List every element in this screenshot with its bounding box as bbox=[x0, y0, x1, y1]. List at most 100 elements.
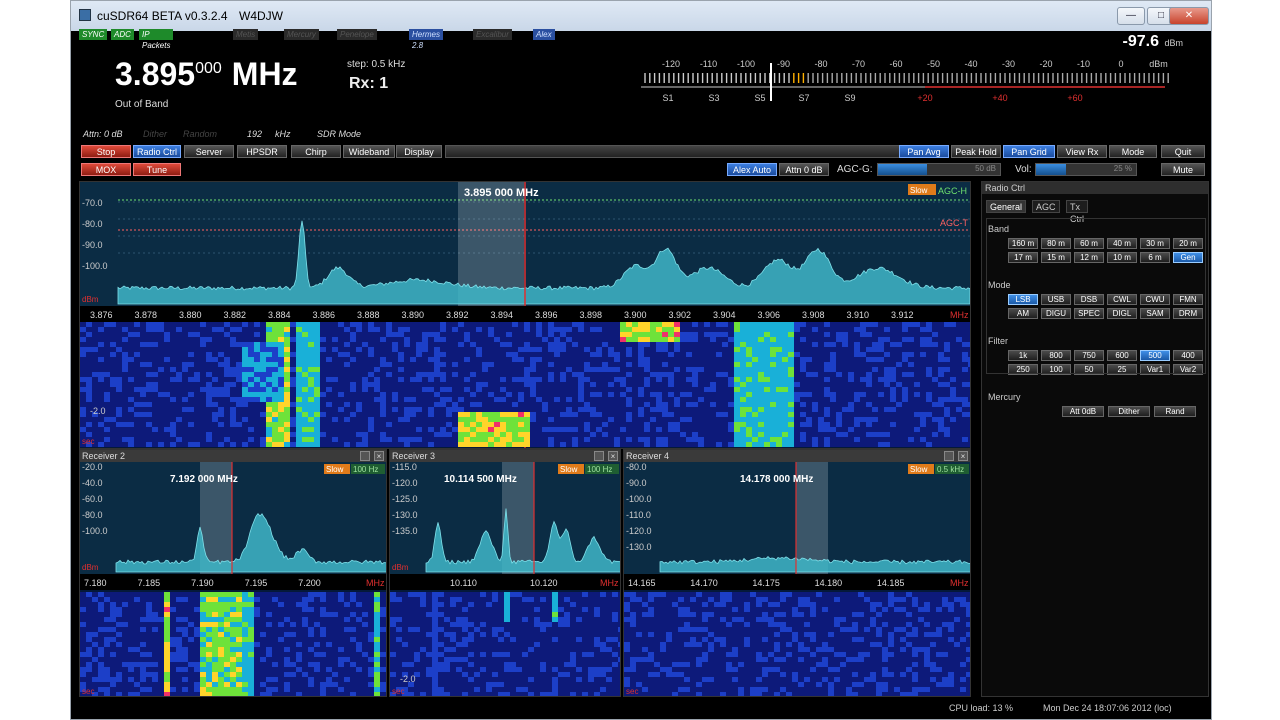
receiver-slow-label: Slow bbox=[910, 465, 928, 474]
status-flag-ip-packets: IP Packets bbox=[139, 29, 174, 50]
receiver-detach-icon[interactable] bbox=[360, 451, 370, 461]
agc-g-value: 50 dB bbox=[975, 164, 996, 173]
status-flag-metis: Metis bbox=[233, 29, 259, 40]
toolbar-quit-button[interactable]: Quit bbox=[1161, 145, 1205, 158]
signal-meter-unit: dBm bbox=[1164, 38, 1183, 48]
toolbar-display-button[interactable]: Display bbox=[396, 145, 442, 158]
toolbar-pan-avg-button[interactable]: Pan Avg bbox=[899, 145, 949, 158]
receiver-db-label: -135.0 bbox=[392, 526, 418, 536]
receiver-db-label: -115.0 bbox=[392, 462, 417, 472]
vol-label: Vol: bbox=[1015, 164, 1032, 175]
mercury-section-label: Mercury bbox=[988, 392, 1021, 402]
status-flag-penelope: Penelope bbox=[337, 29, 377, 40]
mercury-button-dither[interactable]: Dither bbox=[1108, 406, 1150, 417]
s-scale-label: +60 bbox=[1067, 93, 1082, 103]
mute-button[interactable]: Mute bbox=[1161, 163, 1205, 176]
sdr-mode: SDR Mode bbox=[317, 129, 362, 139]
receiver-db-label: -80.0 bbox=[626, 462, 647, 472]
slow-badge-label: Slow bbox=[910, 186, 928, 195]
meter-scale-label: 0 bbox=[1118, 59, 1123, 69]
receiver-bw-label: 0.5 kHz bbox=[937, 465, 964, 474]
step-label: step: 0.5 kHz bbox=[347, 59, 406, 70]
tab-agc[interactable]: AGC bbox=[1032, 200, 1060, 213]
sample-unit: kHz bbox=[275, 129, 291, 139]
receiver-tick-label: 7.190 bbox=[191, 578, 214, 588]
freq-tick-label: 3.902 bbox=[669, 310, 692, 320]
agc-t-label: AGC-T bbox=[940, 218, 969, 228]
receiver-db-label: -130.0 bbox=[392, 510, 418, 520]
s-scale-label: S1 bbox=[662, 93, 673, 103]
db-label: -70.0 bbox=[82, 198, 103, 208]
meter-scale-label: -40 bbox=[964, 59, 977, 69]
receiver-mhz-label: MHz bbox=[366, 578, 385, 588]
receiver-axis-bar bbox=[390, 574, 620, 590]
toolbar-hpsdr-button[interactable]: HPSDR bbox=[237, 145, 287, 158]
tab-tx-ctrl[interactable]: Tx Ctrl bbox=[1066, 200, 1088, 224]
freq-tick-label: 3.876 bbox=[90, 310, 113, 320]
toolbar-view-rx-button[interactable]: View Rx bbox=[1057, 145, 1107, 158]
receiver-panel-4[interactable]: Receiver 4 × -80.0 -90.0 -100.0 -110.0 -120.0-… bbox=[623, 449, 971, 697]
receiver-axis-bar bbox=[80, 574, 386, 590]
attn-button[interactable]: Attn 0 dB bbox=[779, 163, 829, 176]
meter-scale-label: -80 bbox=[814, 59, 827, 69]
receiver-bw-label: 100 Hz bbox=[353, 465, 378, 474]
receiver-panel-3[interactable]: Receiver 3 × -115.0 -120.0 -125.0 -130.0 -135.… bbox=[389, 449, 621, 697]
freq-tick-label: 3.910 bbox=[847, 310, 870, 320]
main-waterfall bbox=[80, 322, 970, 447]
freq-tick-label: 3.912 bbox=[891, 310, 914, 320]
signal-meter-value: -97.6 bbox=[1122, 33, 1159, 50]
receiver-tick-label: 10.110 bbox=[450, 578, 477, 588]
rx-indicator: Rx: 1 bbox=[349, 75, 389, 92]
receiver-db-label: -80.0 bbox=[82, 510, 103, 520]
alex-auto-button[interactable]: Alex Auto bbox=[727, 163, 777, 176]
toolbar-spacer bbox=[445, 145, 901, 158]
tab-general[interactable]: General bbox=[986, 200, 1027, 213]
minimize-button[interactable]: — bbox=[1117, 7, 1145, 25]
mercury-button-att-0db[interactable]: Att 0dB bbox=[1062, 406, 1104, 417]
receiver-detach-icon[interactable] bbox=[944, 451, 954, 461]
freq-sub: 000 bbox=[195, 60, 222, 77]
meter-scale-label: -70 bbox=[852, 59, 865, 69]
volume-slider[interactable]: 25 % bbox=[1035, 163, 1137, 176]
toolbar-stop-button[interactable]: Stop bbox=[81, 145, 131, 158]
freq-tick-label: 3.884 bbox=[268, 310, 291, 320]
receiver-frequency: 10.114 500 MHz bbox=[444, 474, 517, 485]
receiver-detach-icon[interactable] bbox=[594, 451, 604, 461]
receiver-frequency: 14.178 000 MHz bbox=[740, 474, 813, 485]
mox-button[interactable]: MOX bbox=[81, 163, 131, 176]
sec-label: sec bbox=[82, 437, 94, 446]
toolbar-server-button[interactable]: Server bbox=[184, 145, 234, 158]
receiver-dbm-label: dBm bbox=[82, 563, 99, 572]
main-panadapter[interactable]: -70.0 -80.0 -90.0 -100.0 dBm 3.895 000 MHz Slo… bbox=[79, 181, 971, 449]
toolbar-pan-grid-button[interactable]: Pan Grid bbox=[1003, 145, 1055, 158]
receiver-close-icon[interactable]: × bbox=[608, 451, 618, 461]
receiver-panel-2[interactable]: Receiver 2 × -20.0 -40.0 -60.0 -80.0 -100.0 dBm… bbox=[79, 449, 387, 697]
mercury-button-rand[interactable]: Rand bbox=[1154, 406, 1196, 417]
receiver-close-icon[interactable]: × bbox=[958, 451, 968, 461]
receiver-tick-label: 7.185 bbox=[138, 578, 161, 588]
receiver-svg: -115.0 -120.0 -125.0 -130.0 -135.0 dBm 10.114 … bbox=[390, 462, 620, 696]
agc-g-slider[interactable]: 50 dB bbox=[877, 163, 1001, 176]
toolbar-radio-ctrl-button[interactable]: Radio Ctrl bbox=[133, 145, 181, 158]
toolbar-chirp-button[interactable]: Chirp bbox=[291, 145, 341, 158]
receiver-tick-label: 14.185 bbox=[877, 578, 905, 588]
receiver-close-icon[interactable]: × bbox=[374, 451, 384, 461]
toolbar-peak-hold-button[interactable]: Peak Hold bbox=[951, 145, 1001, 158]
panadapter-frequency: 3.895 000 MHz bbox=[464, 187, 539, 199]
app-window: cuSDR64 BETA v0.3.2.4 W4DJW — □ ✕ SYNC AD… bbox=[70, 0, 1212, 720]
receiver-mhz-label: MHz bbox=[950, 578, 969, 588]
attn-label: Attn: 0 dB bbox=[83, 129, 123, 139]
toolbar-wideband-button[interactable]: Wideband bbox=[343, 145, 395, 158]
main-frequency-display[interactable]: 3.895000 MHz bbox=[115, 56, 298, 93]
status-flag-hermes-2.8: Hermes 2.8 bbox=[409, 29, 444, 50]
freq-tick-label: 3.886 bbox=[313, 310, 336, 320]
agc-h-label: AGC-H bbox=[938, 186, 967, 196]
receiver-tick-label: 14.180 bbox=[815, 578, 843, 588]
receiver-mhz-label: MHz bbox=[600, 578, 619, 588]
toolbar-mode-button[interactable]: Mode bbox=[1109, 145, 1157, 158]
receiver-db-label: -120.0 bbox=[392, 478, 418, 488]
freq-tick-label: 3.880 bbox=[179, 310, 202, 320]
tune-button[interactable]: Tune bbox=[133, 163, 181, 176]
close-button[interactable]: ✕ bbox=[1169, 7, 1209, 25]
receiver-slow-label: Slow bbox=[560, 465, 578, 474]
